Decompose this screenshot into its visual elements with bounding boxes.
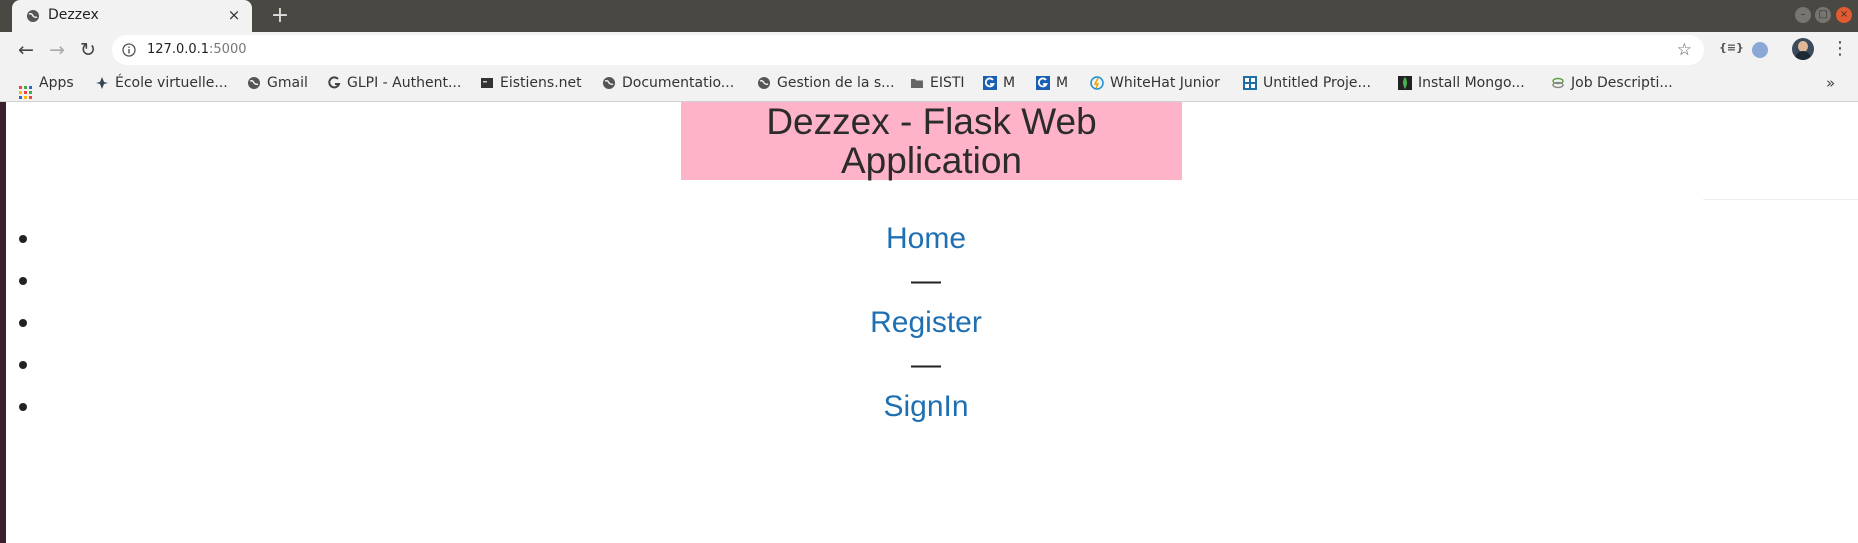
bullet bbox=[19, 361, 27, 369]
moodle-icon bbox=[96, 77, 108, 89]
back-button[interactable]: ← bbox=[14, 38, 38, 62]
site-header: Dezzex - Flask Web Application bbox=[681, 102, 1182, 180]
bookmark-ecole-virtuelle[interactable]: École virtuelle... bbox=[95, 75, 228, 93]
reload-button[interactable]: ↻ bbox=[76, 38, 100, 62]
minimize-button[interactable]: – bbox=[1795, 7, 1811, 23]
tab-strip: Dezzex × + – □ × bbox=[0, 0, 1858, 32]
apps-grid-icon bbox=[19, 86, 32, 99]
header-title-line-1: Dezzex - Flask Web bbox=[766, 101, 1097, 142]
bookmark-whitehat[interactable]: WhiteHat Junior bbox=[1090, 75, 1220, 93]
bookmark-install-mongo[interactable]: Install Mongo... bbox=[1398, 75, 1525, 93]
main-nav: Home — Register — SignIn bbox=[6, 219, 1858, 429]
new-tab-button[interactable]: + bbox=[268, 4, 292, 28]
separator: — bbox=[911, 264, 941, 297]
whitehat-icon bbox=[1090, 76, 1104, 90]
nav-item-home: Home bbox=[6, 219, 1858, 261]
g-suite-icon bbox=[983, 76, 997, 90]
grid-icon bbox=[1243, 76, 1257, 90]
url-text: 127.0.0.1:5000 bbox=[147, 42, 247, 57]
glpi-icon bbox=[328, 76, 341, 89]
signin-link[interactable]: SignIn bbox=[883, 390, 968, 423]
bullet bbox=[19, 235, 27, 243]
forward-button[interactable]: → bbox=[45, 38, 69, 62]
more-bookmarks-icon[interactable]: » bbox=[1826, 74, 1835, 92]
link-icon bbox=[1552, 77, 1564, 89]
url-port: :5000 bbox=[209, 42, 247, 57]
bookmark-m-2[interactable]: M bbox=[1036, 75, 1068, 93]
menu-icon[interactable]: ⋮ bbox=[1831, 38, 1849, 59]
bookmark-glpi[interactable]: GLPI - Authent... bbox=[327, 75, 461, 93]
bookmark-documentation[interactable]: Documentatio... bbox=[602, 75, 734, 93]
home-link[interactable]: Home bbox=[886, 222, 966, 255]
globe-icon bbox=[758, 77, 770, 89]
browser-toolbar: ← → ↻ 127.0.0.1:5000 ☆ {≡} ⋮ bbox=[0, 32, 1858, 68]
maximize-button[interactable]: □ bbox=[1815, 7, 1831, 23]
profile-avatar[interactable] bbox=[1792, 38, 1814, 60]
address-bar[interactable]: 127.0.0.1:5000 ☆ bbox=[112, 35, 1704, 65]
bookmark-gmail[interactable]: Gmail bbox=[247, 75, 308, 93]
folder-icon bbox=[911, 79, 923, 88]
bookmark-gestion[interactable]: Gestion de la s... bbox=[757, 75, 895, 93]
bookmark-apps[interactable]: Apps bbox=[19, 75, 74, 99]
nav-item-separator: — bbox=[6, 345, 1858, 387]
globe-icon bbox=[248, 77, 260, 89]
url-host: 127.0.0.1 bbox=[147, 42, 210, 57]
globe-icon bbox=[27, 10, 39, 22]
tab-close-icon[interactable]: × bbox=[224, 5, 244, 25]
globe-icon bbox=[603, 77, 615, 89]
nav-item-separator: — bbox=[6, 261, 1858, 303]
bookmark-untitled-project[interactable]: Untitled Proje... bbox=[1243, 75, 1371, 93]
nav-item-signin: SignIn bbox=[6, 387, 1858, 429]
separator: — bbox=[911, 348, 941, 381]
bookmark-star-icon[interactable]: ☆ bbox=[1677, 40, 1692, 60]
nav-item-register: Register bbox=[6, 303, 1858, 345]
tab-title: Dezzex bbox=[48, 7, 99, 23]
bullet bbox=[19, 277, 27, 285]
mongodb-leaf-icon bbox=[1398, 76, 1412, 90]
json-extension-icon[interactable]: {≡} bbox=[1719, 41, 1744, 54]
g-suite-icon bbox=[1036, 76, 1050, 90]
page-content: Dezzex - Flask Web Application Home — Re… bbox=[6, 102, 1858, 543]
register-link[interactable]: Register bbox=[870, 306, 982, 339]
extension-icon[interactable] bbox=[1752, 42, 1768, 58]
bookmark-m-1[interactable]: M bbox=[983, 75, 1015, 93]
terminal-icon bbox=[481, 78, 493, 88]
tab-dezzex[interactable]: Dezzex × bbox=[12, 0, 252, 32]
bookmark-job-description[interactable]: Job Descripti... bbox=[1551, 75, 1673, 93]
bullet bbox=[19, 319, 27, 327]
bookmark-folder-eisti[interactable]: EISTI bbox=[910, 75, 965, 93]
bookmarks-bar: Apps École virtuelle... Gmail GLPI - Aut… bbox=[0, 68, 1858, 102]
header-title-line-2: Application bbox=[840, 140, 1022, 181]
info-icon[interactable] bbox=[122, 43, 136, 57]
close-window-button[interactable]: × bbox=[1836, 7, 1852, 23]
bullet bbox=[19, 403, 27, 411]
bookmark-eistiens[interactable]: Eistiens.net bbox=[480, 75, 582, 93]
divider bbox=[1703, 199, 1858, 200]
